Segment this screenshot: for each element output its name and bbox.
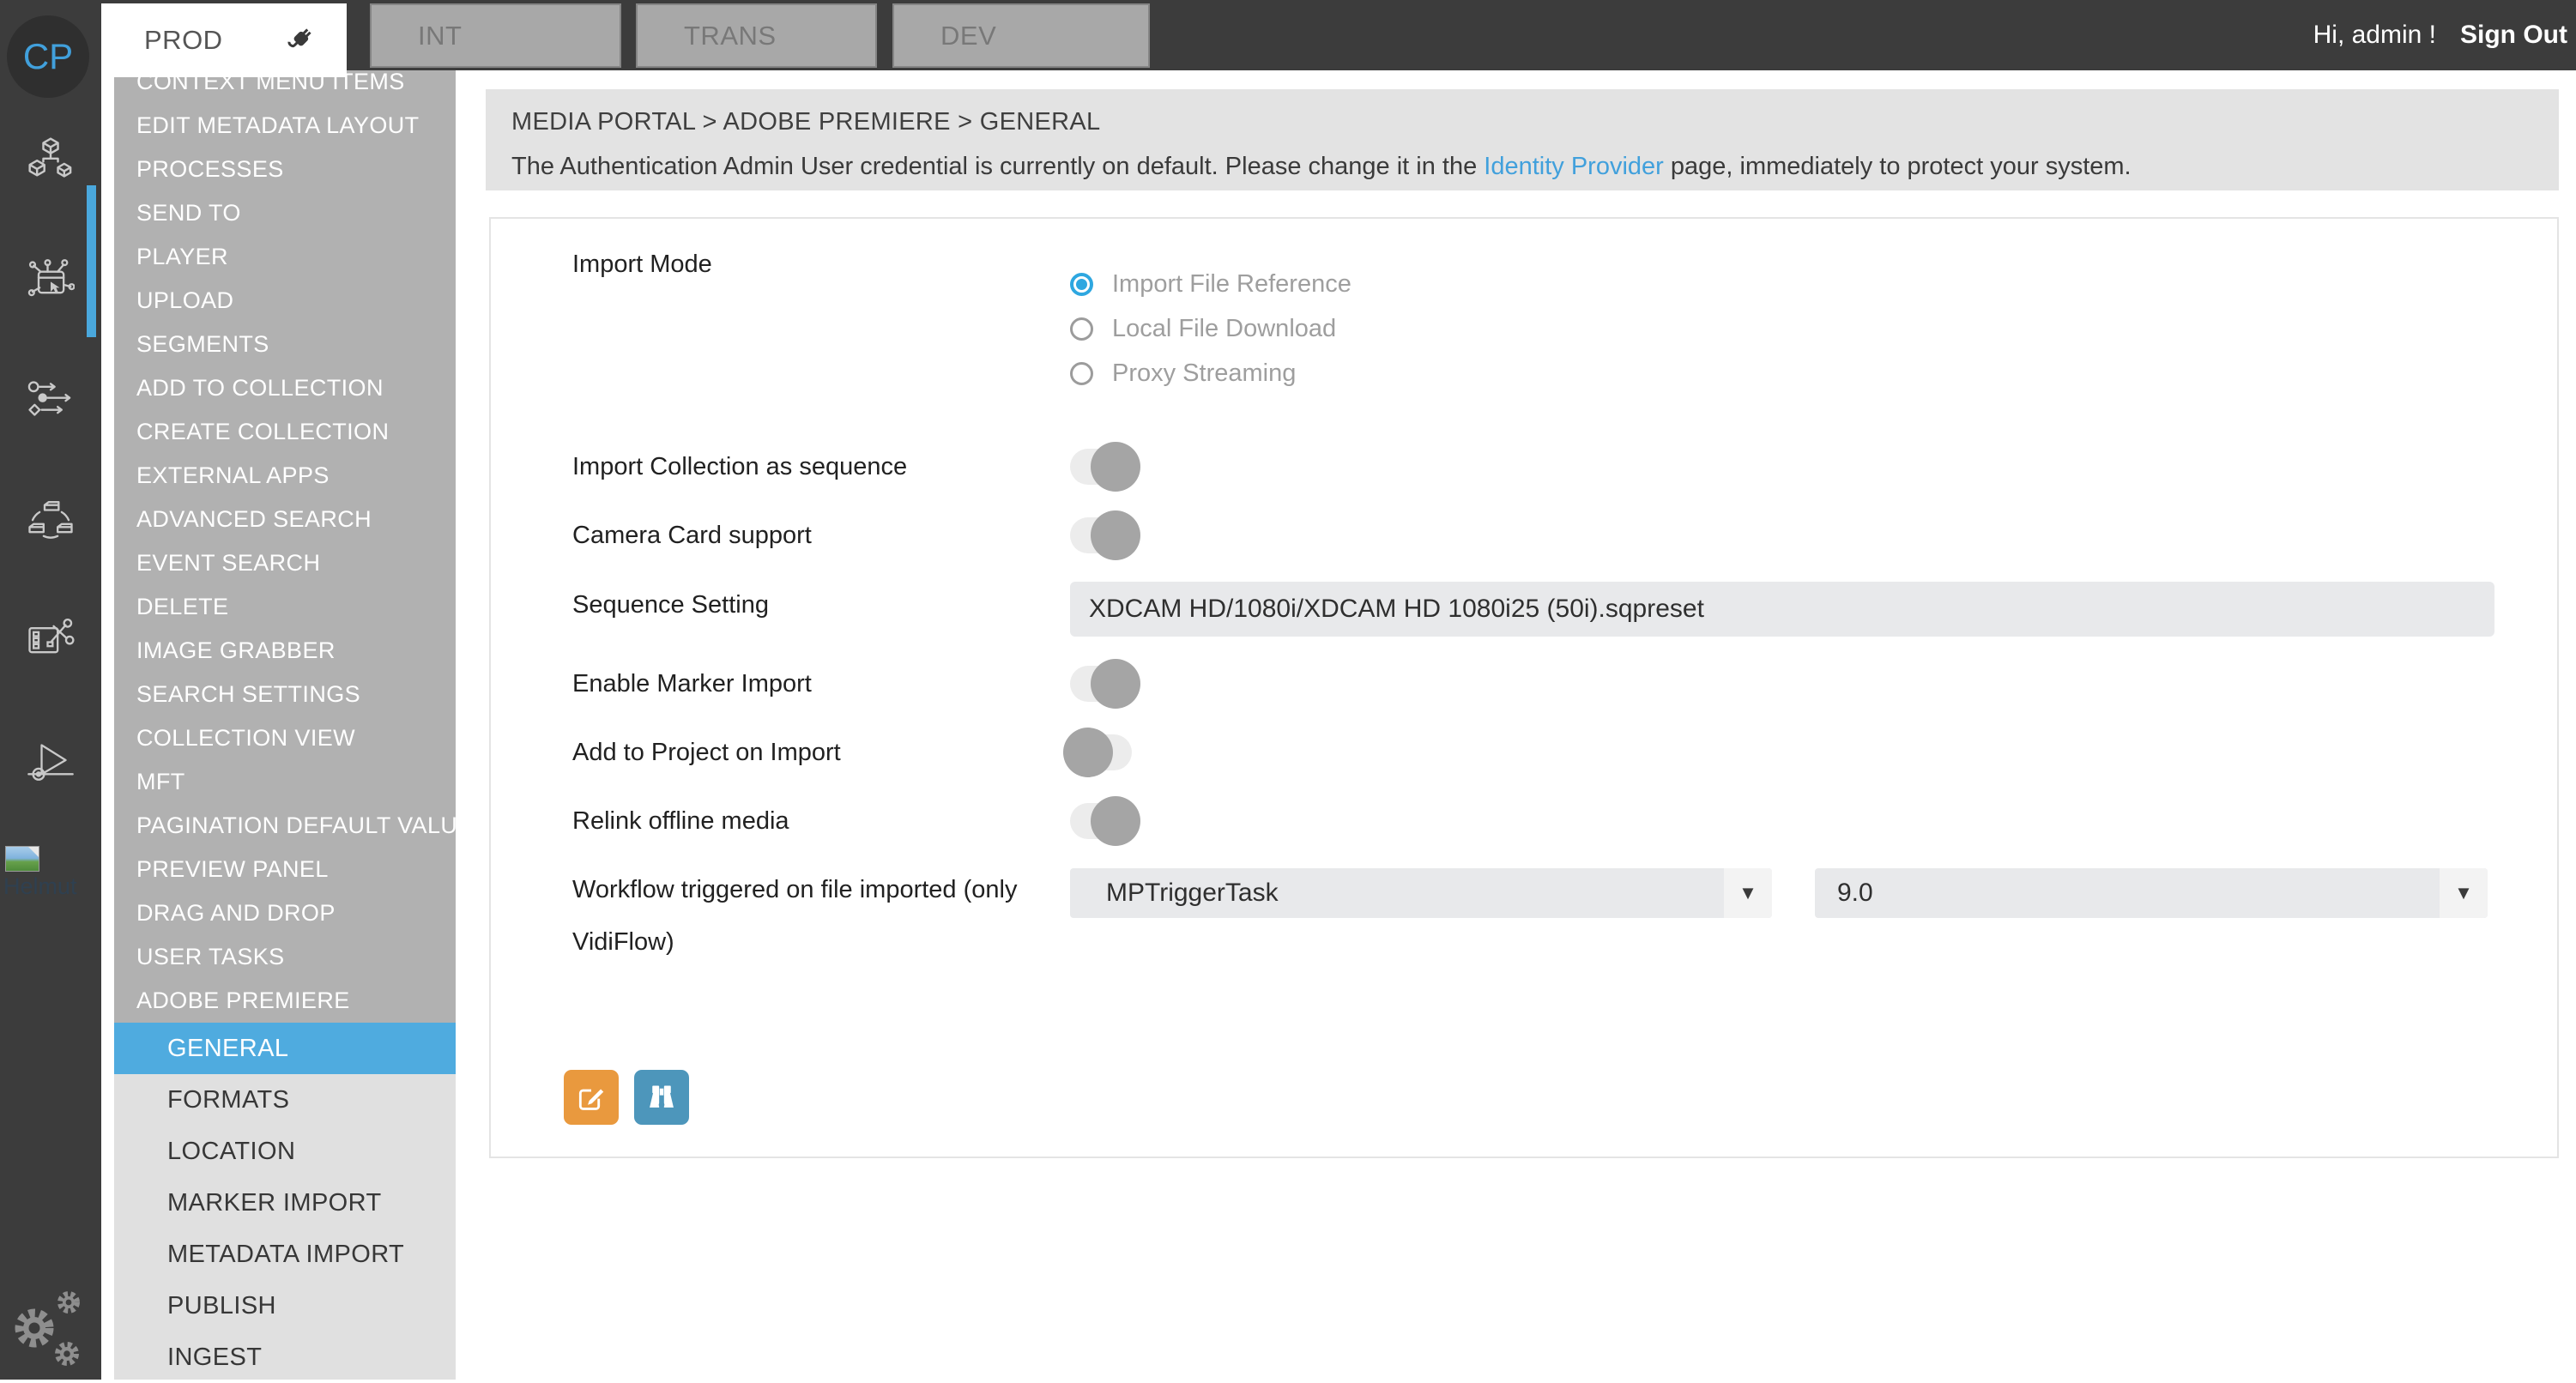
enable-marker-import-label: Enable Marker Import bbox=[572, 670, 812, 698]
submenu-item-general[interactable]: GENERAL bbox=[114, 1023, 456, 1074]
sequence-setting-input[interactable] bbox=[1070, 582, 2494, 637]
add-to-project-toggle[interactable] bbox=[1063, 728, 1132, 777]
import-mode-label: Import Mode bbox=[572, 251, 712, 278]
user-area: Hi, admin ! Sign Out bbox=[2313, 0, 2567, 70]
identity-provider-link[interactable]: Identity Provider bbox=[1484, 153, 1664, 180]
edit-icon bbox=[578, 1089, 604, 1110]
sidebar-item-upload[interactable]: UPLOAD bbox=[114, 279, 456, 323]
plug-icon bbox=[287, 28, 311, 48]
toggle-knob bbox=[1091, 796, 1140, 846]
sidebar-item-delete[interactable]: DELETE bbox=[114, 585, 456, 629]
adobe-premiere-submenu: GENERAL FORMATS LOCATION MARKER IMPORT M… bbox=[114, 1023, 456, 1380]
helmut-app-link[interactable]: Helmut bbox=[3, 846, 98, 900]
dropdown-arrow-box: ▼ bbox=[1724, 868, 1772, 918]
sidebar-item-send-to[interactable]: SEND TO bbox=[114, 191, 456, 235]
gears-icon[interactable] bbox=[7, 1283, 93, 1378]
warning-text-prefix: The Authentication Admin User credential… bbox=[511, 153, 1485, 180]
sidebar-item-user-tasks[interactable]: USER TASKS bbox=[114, 935, 456, 979]
chevron-down-icon: ▼ bbox=[1738, 882, 1757, 903]
page-banner: MEDIA PORTAL > ADOBE PREMIERE > GENERAL … bbox=[486, 89, 2559, 190]
credential-warning: The Authentication Admin User credential… bbox=[511, 153, 2132, 181]
submenu-item-metadata-import[interactable]: METADATA IMPORT bbox=[114, 1229, 456, 1280]
sidebar-item-player[interactable]: PLAYER bbox=[114, 235, 456, 279]
helmut-label: Helmut bbox=[3, 873, 77, 899]
submenu-item-ingest[interactable]: INGEST bbox=[114, 1332, 456, 1383]
workflow-version-dropdown[interactable]: 9.0 ▼ bbox=[1815, 868, 2488, 918]
tab-trans[interactable]: TRANS bbox=[636, 3, 877, 68]
tab-int-label: INT bbox=[418, 20, 463, 51]
collections-icon[interactable] bbox=[27, 495, 75, 543]
import-collection-toggle[interactable] bbox=[1070, 442, 1140, 492]
settings-menu: CONTEXT MENU ITEMS EDIT METADATA LAYOUT … bbox=[114, 60, 473, 1023]
sidebar-item-processes[interactable]: PROCESSES bbox=[114, 148, 456, 191]
find-button[interactable] bbox=[634, 1070, 689, 1125]
sidebar-item-advanced-search[interactable]: ADVANCED SEARCH bbox=[114, 498, 456, 541]
cp-logo: CP bbox=[7, 15, 89, 98]
image-grabber-icon[interactable] bbox=[27, 615, 75, 663]
active-section-indicator bbox=[87, 185, 96, 337]
dropdown-arrow-box: ▼ bbox=[2440, 868, 2488, 918]
sidebar-item-external-apps[interactable]: EXTERNAL APPS bbox=[114, 454, 456, 498]
radio-import-file-reference[interactable]: Import File Reference bbox=[1070, 270, 1351, 299]
media-portal-icon[interactable] bbox=[27, 256, 75, 304]
relink-offline-media-toggle[interactable] bbox=[1070, 796, 1140, 846]
broken-image-icon bbox=[5, 846, 39, 872]
binoculars-icon bbox=[650, 1085, 674, 1108]
sidebar-item-mft[interactable]: MFT bbox=[114, 760, 456, 804]
radio-local-file-download[interactable]: Local File Download bbox=[1070, 315, 1336, 343]
sidebar-item-adobe-premiere[interactable]: ADOBE PREMIERE bbox=[114, 979, 456, 1023]
user-greeting: Hi, admin ! bbox=[2313, 21, 2437, 49]
workflow-task-dropdown[interactable]: MPTriggerTask ▼ bbox=[1070, 868, 1772, 918]
tab-prod-label: PROD bbox=[144, 25, 223, 55]
sidebar-item-segments[interactable]: SEGMENTS bbox=[114, 323, 456, 366]
radio-unselected-icon[interactable] bbox=[1070, 362, 1093, 385]
relink-offline-media-label: Relink offline media bbox=[572, 807, 789, 835]
camera-card-label: Camera Card support bbox=[572, 522, 812, 549]
sidebar-item-edit-metadata-layout[interactable]: EDIT METADATA LAYOUT bbox=[114, 104, 456, 148]
enable-marker-import-toggle[interactable] bbox=[1070, 659, 1140, 709]
sidebar-item-event-search[interactable]: EVENT SEARCH bbox=[114, 541, 456, 585]
tab-int[interactable]: INT bbox=[370, 3, 621, 68]
camera-card-toggle[interactable] bbox=[1070, 510, 1140, 560]
tab-dev[interactable]: DEV bbox=[892, 3, 1150, 68]
sidebar-item-collection-view[interactable]: COLLECTION VIEW bbox=[114, 716, 456, 760]
chevron-down-icon: ▼ bbox=[2454, 882, 2473, 903]
sidebar-item-drag-and-drop[interactable]: DRAG AND DROP bbox=[114, 891, 456, 935]
import-collection-label: Import Collection as sequence bbox=[572, 453, 908, 480]
submenu-item-location[interactable]: LOCATION bbox=[114, 1126, 456, 1177]
general-settings-card: Import Mode Import File Reference Local … bbox=[489, 217, 2559, 1158]
sign-out-link[interactable]: Sign Out bbox=[2460, 21, 2567, 50]
warning-text-suffix: page, immediately to protect your system… bbox=[1663, 153, 2132, 180]
sidebar-item-add-to-collection[interactable]: ADD TO COLLECTION bbox=[114, 366, 456, 410]
tab-prod[interactable]: PROD bbox=[96, 3, 347, 77]
submenu-item-marker-import[interactable]: MARKER IMPORT bbox=[114, 1177, 456, 1229]
toggle-knob bbox=[1091, 659, 1140, 709]
radio-selected-icon[interactable] bbox=[1070, 273, 1093, 296]
tab-dev-label: DEV bbox=[940, 20, 997, 51]
icon-rail: CP Helmut bbox=[0, 0, 101, 1380]
sidebar-item-search-settings[interactable]: SEARCH SETTINGS bbox=[114, 673, 456, 716]
modules-icon[interactable] bbox=[27, 136, 75, 184]
sidebar-item-pagination-default-value[interactable]: PAGINATION DEFAULT VALUE bbox=[114, 804, 473, 848]
workflow-trigger-label: Workflow triggered on file imported (onl… bbox=[572, 876, 1018, 956]
toggle-knob bbox=[1091, 442, 1140, 492]
toggle-knob bbox=[1063, 728, 1113, 777]
workflow-icon[interactable] bbox=[27, 376, 75, 424]
sequence-setting-label: Sequence Setting bbox=[572, 591, 769, 619]
edit-button[interactable] bbox=[564, 1070, 619, 1125]
sidebar-item-image-grabber[interactable]: IMAGE GRABBER bbox=[114, 629, 456, 673]
toggle-knob bbox=[1091, 510, 1140, 560]
player-icon[interactable] bbox=[27, 736, 75, 784]
add-to-project-label: Add to Project on Import bbox=[572, 739, 841, 766]
sidebar-item-create-collection[interactable]: CREATE COLLECTION bbox=[114, 410, 456, 454]
radio-unselected-icon[interactable] bbox=[1070, 317, 1093, 341]
radio-proxy-streaming[interactable]: Proxy Streaming bbox=[1070, 359, 1296, 388]
submenu-item-publish[interactable]: PUBLISH bbox=[114, 1280, 456, 1332]
breadcrumb: MEDIA PORTAL > ADOBE PREMIERE > GENERAL bbox=[511, 108, 1101, 136]
tab-trans-label: TRANS bbox=[684, 20, 777, 51]
submenu-item-formats[interactable]: FORMATS bbox=[114, 1074, 456, 1126]
sidebar-item-preview-panel[interactable]: PREVIEW PANEL bbox=[114, 848, 456, 891]
